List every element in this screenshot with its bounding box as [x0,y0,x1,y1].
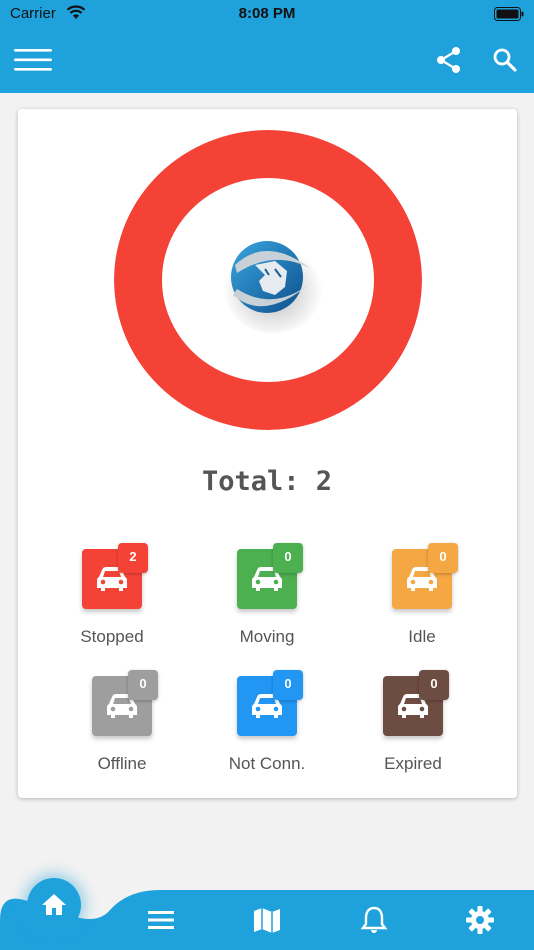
status-count-badge: 0 [273,543,303,573]
app-bar [0,27,534,93]
map-icon[interactable] [252,905,282,935]
home-icon [42,894,66,915]
status-tile-stopped[interactable]: 2 Stopped [80,543,202,659]
status-tile-moving[interactable]: 0 Moving [237,543,357,659]
menu-icon[interactable] [14,47,54,73]
clock: 8:08 PM [238,5,296,22]
status-tile-not-conn[interactable]: 0 Not Conn. [229,670,357,786]
battery-icon [494,7,524,21]
status-label: Offline [97,754,147,773]
status-count-badge: 0 [273,670,303,700]
status-label: Moving [239,627,295,646]
search-icon[interactable] [492,47,518,73]
status-tile-idle[interactable]: 0 Idle [392,543,512,659]
company-logo [223,241,323,333]
status-count-badge: 0 [428,543,458,573]
status-tile-expired[interactable]: 0 Expired [383,670,503,786]
status-label: Idle [408,627,436,646]
status-label: Not Conn. [228,754,306,773]
list-icon[interactable] [146,905,176,935]
bell-icon[interactable] [359,905,389,935]
status-label: Stopped [80,627,144,646]
home-button[interactable] [27,878,81,932]
total-count: Total: 2 [201,466,333,497]
status-count-badge: 0 [419,670,449,700]
share-icon[interactable] [436,46,462,74]
gear-icon[interactable] [465,905,495,935]
status-bar: Carrier 8:08 PM [0,0,534,27]
status-count-badge: 0 [128,670,158,700]
status-label: Expired [384,754,442,773]
status-tile-offline[interactable]: 0 Offline [92,670,212,786]
status-count-badge: 2 [118,543,148,573]
